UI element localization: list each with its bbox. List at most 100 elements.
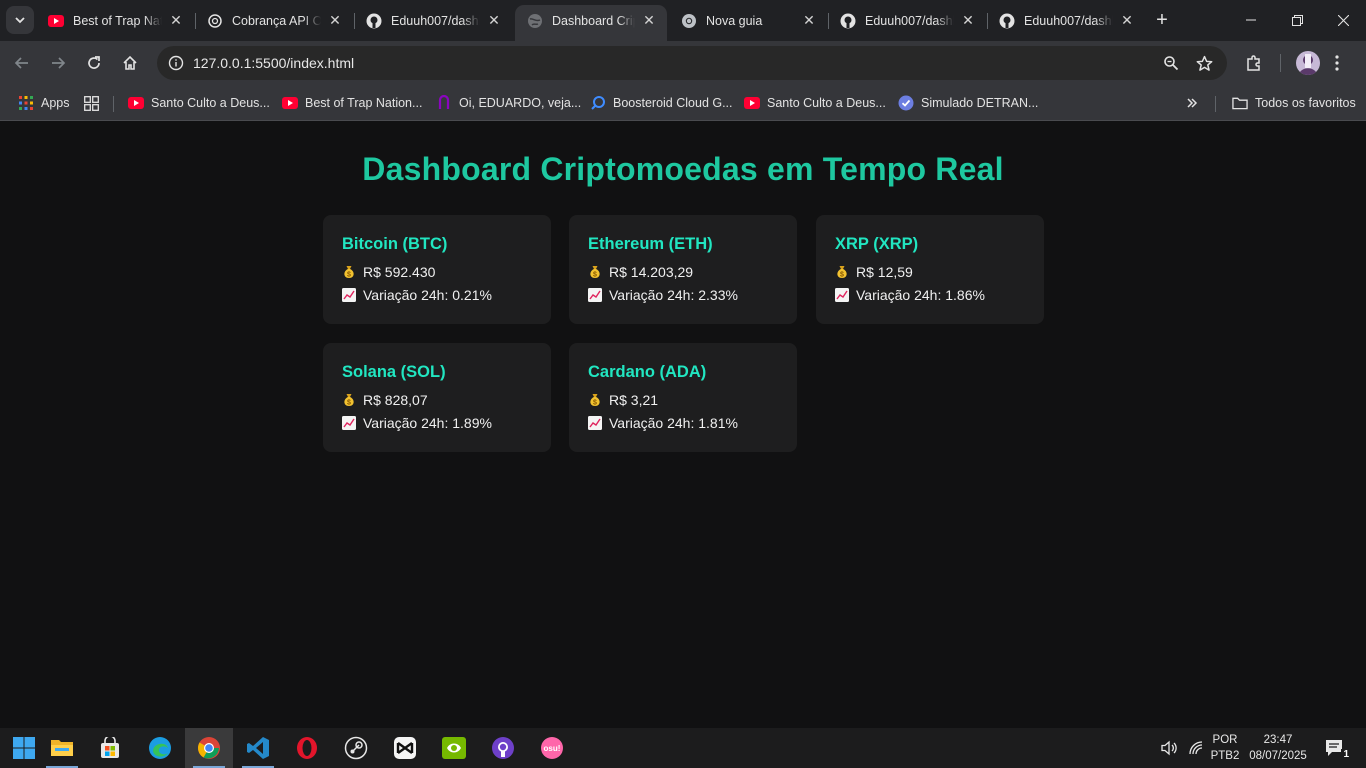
close-icon[interactable]: ✕: [801, 12, 817, 29]
home-icon: [123, 55, 137, 70]
all-favorites-button[interactable]: Todos os favoritos: [1232, 92, 1356, 114]
close-icon[interactable]: ✕: [960, 12, 976, 29]
page-content: Dashboard Criptomoedas em Tempo Real Bit…: [0, 121, 1366, 728]
taskbar-steam[interactable]: [332, 728, 380, 768]
bookmark-apps[interactable]: Apps: [18, 92, 70, 114]
close-icon[interactable]: ✕: [486, 12, 502, 29]
bookmark-label: Santo Culto a Deus...: [767, 96, 886, 110]
taskbar-osu[interactable]: osu!: [528, 728, 576, 768]
notification-count: 1: [1341, 749, 1351, 760]
youtube-icon: [128, 95, 144, 111]
bookmark-item-0[interactable]: Santo Culto a Deus...: [128, 92, 270, 114]
extensions-button[interactable]: [1243, 52, 1265, 74]
taskbar-chrome[interactable]: [185, 728, 233, 768]
taskbar-opera[interactable]: [283, 728, 331, 768]
tab-3-active[interactable]: Dashboard Criptomoedas ✕: [515, 5, 667, 41]
change-label: Variação 24h:: [363, 414, 449, 431]
address-bar[interactable]: 127.0.0.1:5500/index.html: [157, 46, 1227, 80]
taskbar-edge[interactable]: [136, 728, 184, 768]
bookmark-item-4[interactable]: Santo Culto a Deus...: [744, 92, 886, 114]
tab-groups-button[interactable]: [83, 92, 106, 114]
puzzle-icon: [1247, 55, 1260, 71]
bookmark-item-2[interactable]: Oi, EDUARDO, veja...: [436, 92, 581, 114]
restore-icon: [1291, 14, 1303, 26]
tab-title: Eduuh007/dashboard: [1024, 13, 1113, 28]
double-chevron-right-icon: [1184, 95, 1200, 111]
zoom-button[interactable]: [1161, 53, 1181, 73]
tab-search-button[interactable]: [6, 6, 34, 34]
coin-change: 1.81%: [698, 414, 738, 431]
taskbar-file-explorer[interactable]: [38, 728, 86, 768]
close-icon[interactable]: ✕: [641, 12, 657, 29]
tab-title: Eduuh007/dashboard: [865, 13, 954, 28]
close-icon[interactable]: ✕: [1119, 12, 1135, 29]
coin-name: Solana (SOL): [342, 363, 446, 381]
file-explorer-icon: [51, 740, 73, 756]
tab-title: Nova guia: [706, 13, 763, 28]
bookmark-label: Best of Trap Nation...: [305, 96, 423, 110]
notifications-button[interactable]: 1: [1318, 728, 1352, 768]
money-bag-icon: $: [835, 265, 849, 279]
folder-icon: [1232, 95, 1248, 111]
close-icon[interactable]: ✕: [168, 12, 184, 29]
edge-icon: [149, 737, 171, 759]
new-tab-button[interactable]: +: [1150, 8, 1174, 32]
coin-card-xrp: XRP (XRP) $ R$ 12,59 Variação 24h: 1.86%: [816, 215, 1044, 324]
apps-grid-icon: [18, 95, 34, 111]
home-button[interactable]: [116, 49, 144, 77]
bookmark-item-3[interactable]: Boosteroid Cloud G...: [590, 92, 733, 114]
coin-card-eth: Ethereum (ETH) $ R$ 14.203,29 Variação 2…: [569, 215, 797, 324]
tab-title: Eduuh007/dashboard: [391, 13, 480, 28]
taskbar-nvidia[interactable]: [430, 728, 478, 768]
boosteroid-icon: [590, 95, 606, 111]
clock-date: 08/07/2025: [1249, 750, 1307, 762]
minimize-button[interactable]: [1228, 0, 1274, 40]
coin-change: 0.21%: [452, 286, 492, 303]
svg-text:osu!: osu!: [544, 744, 561, 753]
bookmark-label: Simulado DETRAN...: [921, 96, 1039, 110]
taskbar-vscode[interactable]: [234, 728, 282, 768]
tab-1[interactable]: Cobrança API OpenAI ✕: [195, 6, 353, 35]
money-bag-icon: $: [342, 265, 356, 279]
volume-button[interactable]: [1158, 728, 1180, 768]
svg-text:$: $: [593, 399, 597, 406]
change-label: Variação 24h:: [609, 414, 695, 431]
site-info-button[interactable]: [165, 52, 187, 74]
chevron-down-icon: [15, 17, 25, 24]
change-label: Variação 24h:: [363, 286, 449, 303]
back-button[interactable]: [8, 49, 36, 77]
clock-button[interactable]: 23:47 08/07/2025: [1246, 728, 1310, 768]
restore-button[interactable]: [1274, 0, 1320, 40]
tab-5[interactable]: Eduuh007/dashboard ✕: [828, 6, 986, 35]
tab-2[interactable]: Eduuh007/dashboard ✕: [354, 6, 512, 35]
nvidia-icon: [442, 737, 466, 759]
taskbar-capcut[interactable]: [381, 728, 429, 768]
chrome-menu-button[interactable]: [1326, 52, 1348, 74]
tab-0[interactable]: Best of Trap Nation ✕: [36, 6, 194, 35]
taskbar-microsoft-store[interactable]: [86, 728, 134, 768]
bookmark-label: Oi, EDUARDO, veja...: [459, 96, 582, 110]
arrow-left-icon: [14, 57, 28, 69]
bookmark-item-5[interactable]: Simulado DETRAN...: [898, 92, 1038, 114]
profile-avatar[interactable]: [1296, 51, 1320, 75]
tab-4[interactable]: Nova guia ✕: [669, 6, 827, 35]
nubank-icon: [436, 95, 452, 111]
coin-price-row: $ R$ 12,59: [835, 263, 1025, 280]
bookmark-star-button[interactable]: [1194, 53, 1214, 73]
tab-strip: Best of Trap Nation ✕ Cobrança API OpenA…: [0, 0, 1366, 41]
reload-button[interactable]: [80, 49, 108, 77]
taskbar-github-desktop[interactable]: [479, 728, 527, 768]
close-icon[interactable]: ✕: [327, 12, 343, 29]
microsoft-store-icon: [101, 737, 119, 758]
money-bag-icon: $: [588, 393, 602, 407]
input-language-button[interactable]: POR PTB2: [1210, 728, 1240, 768]
tab-6[interactable]: Eduuh007/dashboard ✕: [987, 6, 1145, 35]
coin-price-row: $ R$ 828,07: [342, 391, 532, 408]
url-text[interactable]: 127.0.0.1:5500/index.html: [193, 55, 354, 71]
bookmark-item-1[interactable]: Best of Trap Nation...: [282, 92, 422, 114]
forward-button[interactable]: [44, 49, 72, 77]
network-button[interactable]: [1185, 728, 1207, 768]
chart-increasing-icon: [342, 415, 356, 430]
bookmarks-overflow-button[interactable]: [1184, 92, 1207, 114]
close-window-button[interactable]: [1320, 0, 1366, 40]
